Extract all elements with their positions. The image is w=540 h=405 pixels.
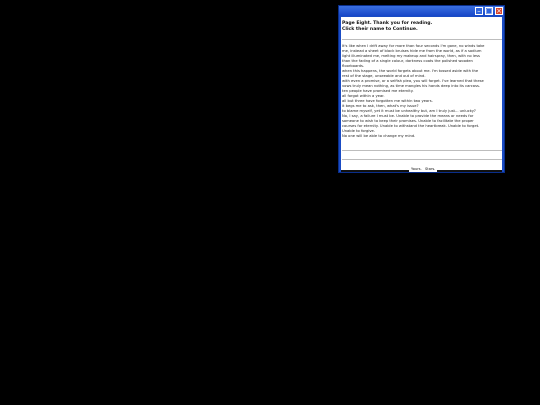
page-header: Page Eight. Thank you for reading. Click… — [342, 21, 500, 33]
maximize-icon[interactable]: □ — [485, 7, 493, 15]
divider — [342, 150, 502, 151]
nav-bar: Yours. Stars. — [341, 167, 502, 172]
stars-link[interactable]: Stars. — [425, 167, 435, 171]
story-text: It's like when I drift away for more tha… — [342, 44, 502, 139]
story-line: No one will be able to change my mind. — [342, 134, 416, 138]
divider — [342, 159, 502, 160]
minimize-icon[interactable]: – — [475, 7, 483, 15]
header-line-2: Click their name to Continue. — [342, 27, 418, 32]
close-icon[interactable]: × — [495, 7, 503, 15]
content-pane: Page Eight. Thank you for reading. Click… — [341, 17, 502, 172]
yours-link[interactable]: Yours. — [411, 167, 422, 171]
divider — [342, 39, 502, 40]
title-bar[interactable]: – □ × — [339, 6, 504, 16]
nav-bar-line — [341, 170, 409, 172]
nav-bar-line — [437, 170, 502, 172]
dialog-window: – □ × Page Eight. Thank you for reading.… — [338, 5, 505, 173]
